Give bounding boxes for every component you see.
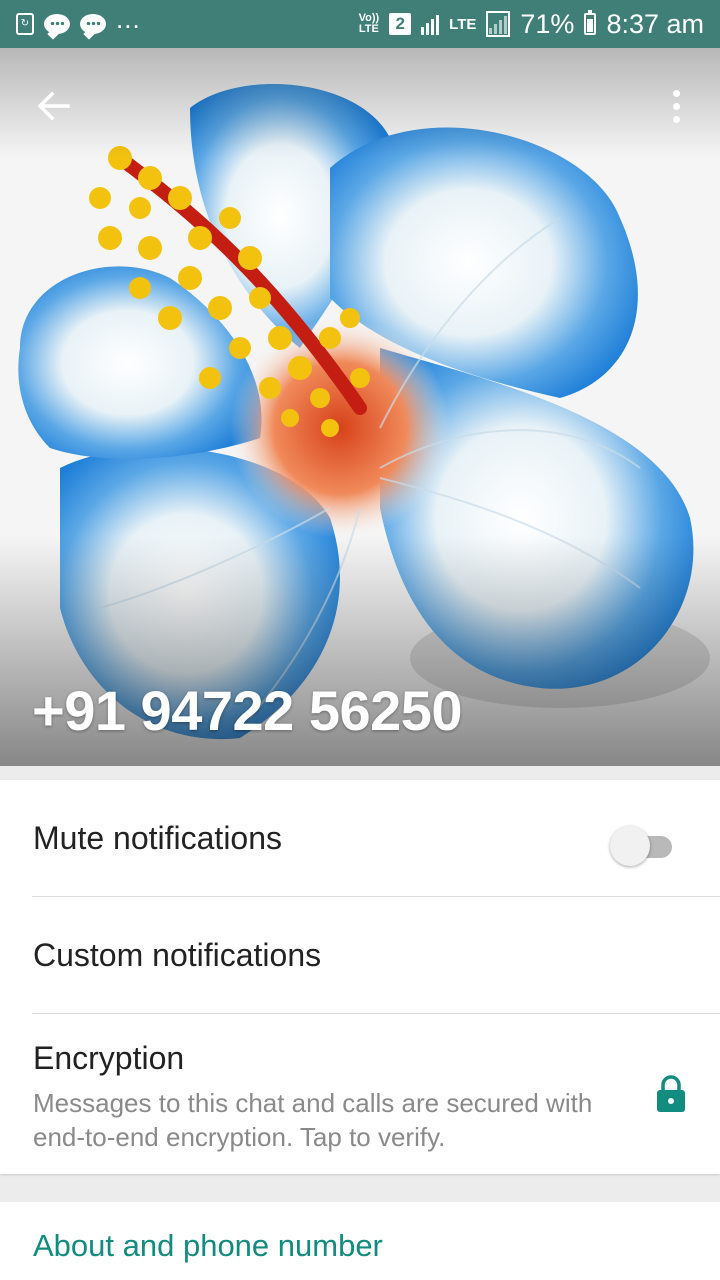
- status-right: Vo)) LTE 2 LTE 71% 8:37 am: [359, 9, 704, 40]
- battery-percent: 71%: [520, 8, 575, 39]
- toggle-thumb: [610, 826, 650, 866]
- chat-bubble-icon: [44, 14, 70, 34]
- lte-indicator: LTE: [449, 15, 477, 33]
- signal-icon: [486, 11, 511, 37]
- about-section-title: About and phone number: [33, 1228, 383, 1263]
- clock: 8:37 am: [606, 8, 704, 39]
- encryption-description: Messages to this chat and calls are secu…: [33, 1088, 593, 1152]
- volte-indicator: Vo)) LTE: [359, 13, 380, 35]
- header-shade-top: [0, 48, 720, 158]
- battery-icon: [584, 10, 597, 35]
- volte-bottom-label: LTE: [358, 23, 379, 35]
- status-bar: ↻ ... Vo)) LTE 2 LTE 71% 8:37 am: [0, 0, 720, 48]
- back-arrow-icon: [37, 91, 70, 121]
- custom-notifications-row[interactable]: Custom notifications: [0, 897, 720, 1013]
- lock-icon: [657, 1075, 685, 1112]
- more-notifications-indicator: ...: [116, 3, 141, 34]
- profile-header: +91 94722 56250: [0, 48, 720, 766]
- mute-notifications-label: Mute notifications: [33, 820, 283, 856]
- more-vert-icon[interactable]: [662, 86, 690, 126]
- contact-title: +91 94722 56250: [32, 679, 463, 742]
- signal-icon: [421, 13, 440, 35]
- status-left: ↻ ...: [16, 4, 141, 35]
- mute-toggle[interactable]: [610, 824, 674, 866]
- sd-card-icon: ↻: [16, 13, 34, 35]
- mute-notifications-row[interactable]: Mute notifications: [0, 780, 720, 896]
- custom-notifications-label: Custom notifications: [33, 937, 322, 973]
- flower-center: [230, 318, 450, 538]
- sim-indicator: 2: [389, 13, 412, 35]
- encryption-label: Encryption: [33, 1040, 185, 1076]
- encryption-row[interactable]: Encryption Messages to this chat and cal…: [0, 1014, 720, 1174]
- notification-settings-card: Mute notifications Custom notifications …: [0, 780, 720, 1174]
- chat-bubble-icon: [80, 14, 106, 34]
- back-button[interactable]: [34, 86, 74, 126]
- about-card[interactable]: About and phone number: [0, 1202, 720, 1280]
